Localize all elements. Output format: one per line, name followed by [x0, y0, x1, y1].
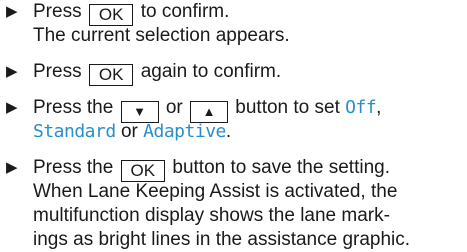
ok-key-label: OK: [120, 160, 166, 182]
step-text-period: .: [225, 121, 232, 142]
step-line: Press the OK button to save the setting.: [33, 156, 410, 182]
step-line: multifunction display shows the lane mar…: [33, 205, 390, 226]
step-text: Press the ▼ or ▲ button to set Off, Stan…: [33, 96, 381, 144]
bullet-arrow-icon: ▶: [6, 159, 18, 176]
bullet-arrow-icon: ▶: [6, 63, 18, 80]
step-line: When Lane Keeping Assist is activated, t…: [33, 181, 398, 202]
instruction-list: ▶ Press OK to confirm. The current selec…: [0, 0, 467, 250]
step-text-after: button to save the setting.: [172, 157, 390, 178]
step-line: Press OK again to confirm.: [33, 60, 282, 86]
ok-key-label: OK: [88, 4, 134, 26]
step-text: Press OK to confirm. The current selecti…: [33, 0, 290, 48]
option-off: Off: [345, 97, 377, 118]
step-line: ings as bright lines in the assistance g…: [33, 229, 411, 250]
step-text-before: Press the: [33, 97, 114, 118]
ok-key-label: OK: [88, 64, 134, 86]
bullet-arrow-icon: ▶: [6, 3, 18, 20]
step-text-or: or: [120, 121, 138, 142]
step-line: Standard or Adaptive.: [33, 120, 381, 144]
step-text: Press OK again to confirm.: [33, 60, 282, 86]
step-text-comma: ,: [376, 97, 382, 118]
step-line: Press the ▼ or ▲ button to set Off,: [33, 96, 382, 123]
step-text-before: Press the: [33, 157, 114, 178]
step-line: The current selection appears.: [33, 25, 290, 46]
option-standard: Standard: [33, 121, 116, 142]
step-text: Press the OK button to save the setting.…: [33, 156, 410, 252]
step-text-before: Press: [33, 1, 82, 22]
step-text-or: or: [165, 97, 183, 118]
bullet-arrow-icon: ▶: [6, 99, 18, 116]
step-text-after: button to set: [235, 97, 340, 118]
step-text-before: Press: [33, 61, 82, 82]
step-text-after: again to confirm.: [140, 61, 282, 82]
step-line: Press OK to confirm.: [33, 0, 290, 26]
step-text-after: to confirm.: [140, 1, 230, 22]
option-adaptive: Adaptive: [143, 121, 226, 142]
